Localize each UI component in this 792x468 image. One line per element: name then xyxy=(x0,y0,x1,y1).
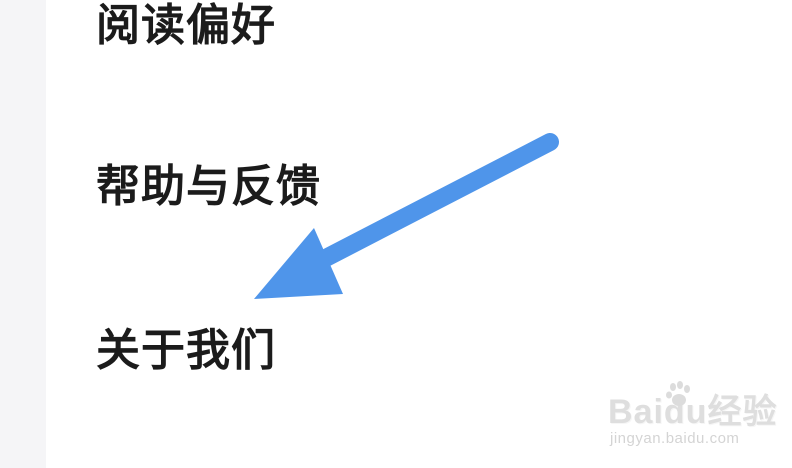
baidu-jingyan-watermark: Baidu经验 jingyan.baidu.com xyxy=(604,380,788,460)
menu-item-about-us[interactable]: 关于我们 xyxy=(96,321,276,381)
menu-item-label: 帮助与反馈 xyxy=(96,161,321,212)
menu-item-help-feedback[interactable]: 帮助与反馈 xyxy=(96,157,321,217)
watermark-url: jingyan.baidu.com xyxy=(610,430,740,447)
paw-icon xyxy=(666,381,690,406)
menu-item-reading-preferences[interactable]: 阅读偏好 xyxy=(96,0,276,56)
menu-item-label: 阅读偏好 xyxy=(96,0,276,51)
menu-item-label: 关于我们 xyxy=(96,325,276,376)
